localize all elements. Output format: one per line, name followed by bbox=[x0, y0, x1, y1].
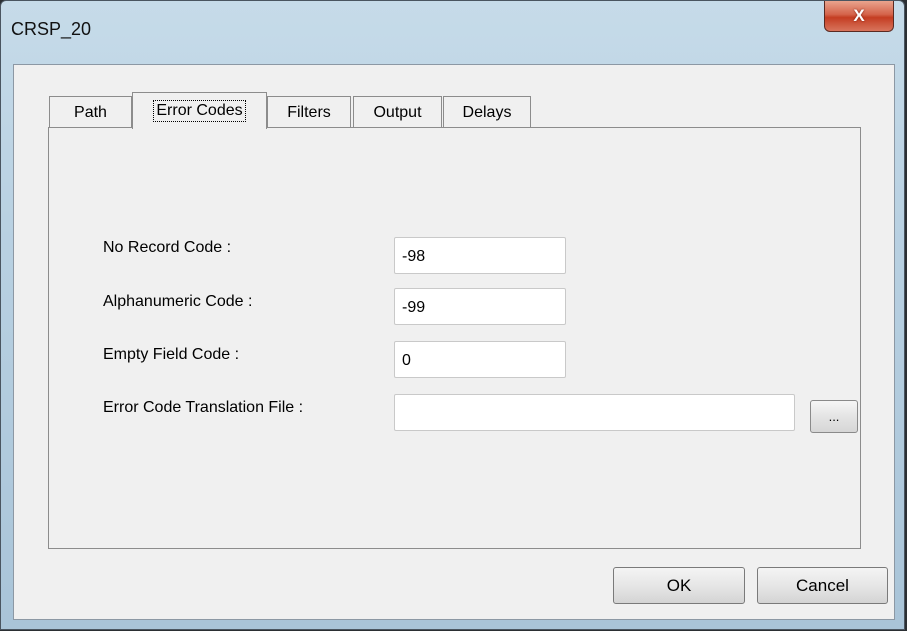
ok-button[interactable]: OK bbox=[613, 567, 745, 604]
tab-path[interactable]: Path bbox=[49, 96, 132, 128]
dialog-client-area: Path Error Codes Filters Output Delays N… bbox=[13, 64, 895, 620]
tab-delays[interactable]: Delays bbox=[443, 96, 531, 128]
tab-label: Error Codes bbox=[153, 100, 246, 122]
close-button[interactable]: X bbox=[824, 1, 894, 32]
empty-field-code-input[interactable]: 0 bbox=[394, 341, 566, 378]
cancel-button-label: Cancel bbox=[796, 575, 849, 595]
alphanumeric-code-input[interactable]: -99 bbox=[394, 288, 566, 325]
browse-button-label: ... bbox=[828, 409, 840, 424]
dialog-window: CRSP_20 X Path Error Codes Filters Outpu… bbox=[0, 0, 905, 630]
tab-label: Path bbox=[74, 103, 107, 121]
browse-button[interactable]: ... bbox=[810, 400, 858, 433]
error-code-translation-file-input[interactable] bbox=[394, 394, 795, 431]
tab-error-codes[interactable]: Error Codes bbox=[132, 92, 267, 129]
title-bar[interactable]: CRSP_20 X bbox=[1, 1, 904, 63]
tab-label: Filters bbox=[287, 103, 331, 121]
empty-field-code-label: Empty Field Code : bbox=[103, 346, 240, 363]
window-title: CRSP_20 bbox=[11, 19, 92, 39]
no-record-code-input[interactable]: -98 bbox=[394, 237, 566, 274]
no-record-code-label: No Record Code : bbox=[103, 239, 232, 256]
error-code-translation-file-label: Error Code Translation File : bbox=[103, 399, 304, 416]
tab-label: Output bbox=[373, 103, 422, 121]
error-codes-panel: No Record Code : -98 Alphanumeric Code :… bbox=[48, 127, 861, 549]
alphanumeric-code-label: Alphanumeric Code : bbox=[103, 293, 253, 310]
tab-output[interactable]: Output bbox=[353, 96, 442, 128]
tab-filters[interactable]: Filters bbox=[267, 96, 351, 128]
tab-label: Delays bbox=[462, 103, 512, 121]
close-icon: X bbox=[853, 6, 865, 25]
cancel-button[interactable]: Cancel bbox=[757, 567, 888, 604]
ok-button-label: OK bbox=[666, 575, 692, 595]
